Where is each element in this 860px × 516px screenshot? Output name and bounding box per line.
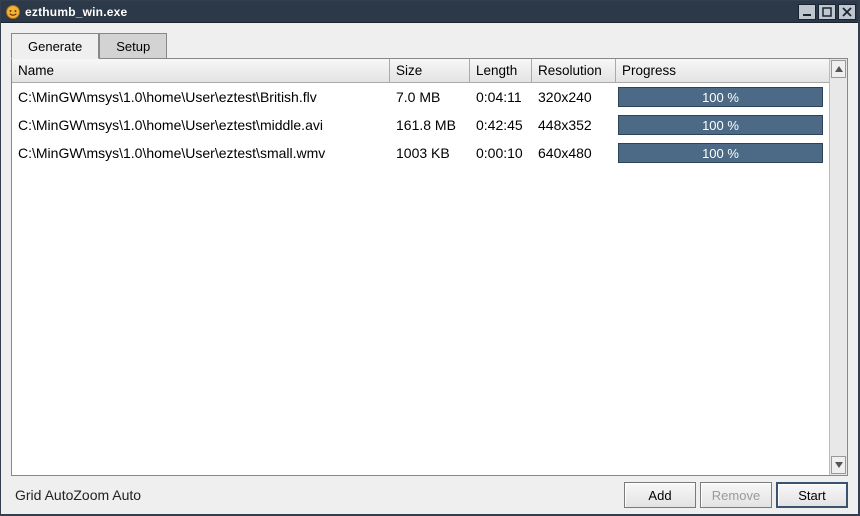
start-button[interactable]: Start <box>776 482 848 508</box>
scroll-down-arrow-icon[interactable] <box>831 456 846 474</box>
cell-name: C:\MinGW\msys\1.0\home\User\eztest\middl… <box>12 117 390 133</box>
close-button[interactable] <box>838 4 856 20</box>
column-header-length[interactable]: Length <box>470 59 532 82</box>
cell-name: C:\MinGW\msys\1.0\home\User\eztest\small… <box>12 145 390 161</box>
status-bar: Grid Auto Zoom Auto Add Remove Start <box>11 482 848 508</box>
cell-size: 1003 KB <box>390 145 470 161</box>
add-button[interactable]: Add <box>624 482 696 508</box>
app-window: ezthumb_win.exe Generate Setup <box>0 0 860 516</box>
titlebar[interactable]: ezthumb_win.exe <box>1 1 858 23</box>
cell-resolution: 320x240 <box>532 89 616 105</box>
tab-label: Generate <box>28 39 82 54</box>
scroll-track[interactable] <box>830 79 847 455</box>
tab-label: Setup <box>116 39 150 54</box>
window-title: ezthumb_win.exe <box>25 5 798 19</box>
progress-bar: 100 % <box>618 115 823 135</box>
tab-generate[interactable]: Generate <box>11 33 99 59</box>
maximize-button[interactable] <box>818 4 836 20</box>
cell-name: C:\MinGW\msys\1.0\home\User\eztest\Briti… <box>12 89 390 105</box>
table-body: C:\MinGW\msys\1.0\home\User\eztest\Briti… <box>12 83 829 475</box>
cell-resolution: 448x352 <box>532 117 616 133</box>
cell-resolution: 640x480 <box>532 145 616 161</box>
progress-bar: 100 % <box>618 143 823 163</box>
scroll-up-arrow-icon[interactable] <box>831 60 846 78</box>
cell-length: 0:04:11 <box>470 89 532 105</box>
status-text: Grid Auto Zoom Auto <box>11 482 620 508</box>
table-row[interactable]: C:\MinGW\msys\1.0\home\User\eztest\middl… <box>12 111 829 139</box>
tab-row: Generate Setup <box>11 31 848 59</box>
table-row[interactable]: C:\MinGW\msys\1.0\home\User\eztest\Briti… <box>12 83 829 111</box>
file-table: Name Size Length Resolution Progress C:\… <box>11 58 848 476</box>
column-header-progress[interactable]: Progress <box>616 59 829 82</box>
app-icon <box>5 4 21 20</box>
remove-button[interactable]: Remove <box>700 482 772 508</box>
vertical-scrollbar[interactable] <box>829 59 847 475</box>
column-header-size[interactable]: Size <box>390 59 470 82</box>
table-row[interactable]: C:\MinGW\msys\1.0\home\User\eztest\small… <box>12 139 829 167</box>
tab-setup[interactable]: Setup <box>99 33 167 59</box>
progress-bar: 100 % <box>618 87 823 107</box>
cell-size: 7.0 MB <box>390 89 470 105</box>
cell-length: 0:42:45 <box>470 117 532 133</box>
column-header-name[interactable]: Name <box>12 59 390 82</box>
cell-size: 161.8 MB <box>390 117 470 133</box>
cell-length: 0:00:10 <box>470 145 532 161</box>
client-area: Generate Setup Name Size Length Resoluti… <box>1 23 858 514</box>
column-header-resolution[interactable]: Resolution <box>532 59 616 82</box>
table-header: Name Size Length Resolution Progress <box>12 59 829 83</box>
minimize-button[interactable] <box>798 4 816 20</box>
